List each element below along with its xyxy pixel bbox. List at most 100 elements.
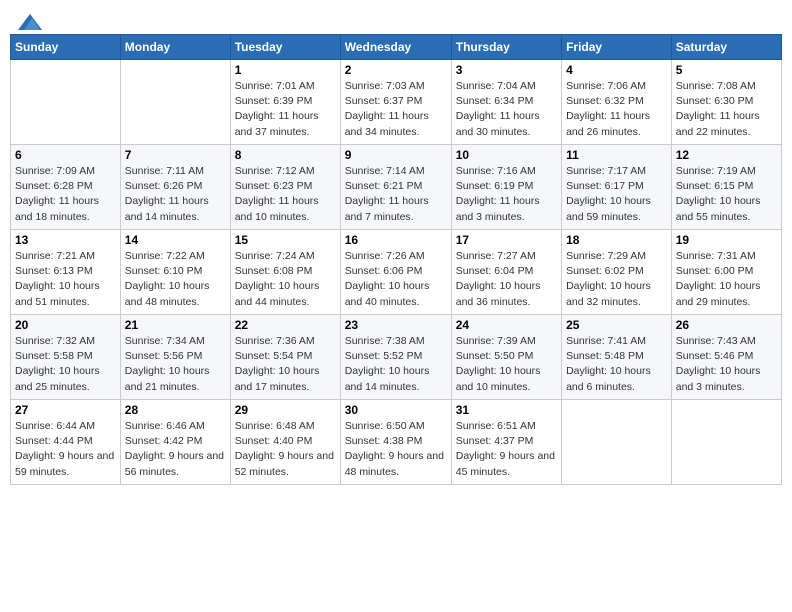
day-number: 15 [235, 233, 336, 247]
day-number: 9 [345, 148, 447, 162]
calendar-cell: 24 Sunrise: 7:39 AM Sunset: 5:50 PM Dayli… [451, 315, 561, 400]
day-info: Sunrise: 7:21 AM Sunset: 6:13 PM Dayligh… [15, 249, 116, 310]
calendar-cell: 31 Sunrise: 6:51 AM Sunset: 4:37 PM Dayli… [451, 400, 561, 485]
day-number: 21 [125, 318, 226, 332]
calendar-week-2: 6 Sunrise: 7:09 AM Sunset: 6:28 PM Daylig… [11, 145, 782, 230]
day-number: 6 [15, 148, 116, 162]
day-info: Sunrise: 7:22 AM Sunset: 6:10 PM Dayligh… [125, 249, 226, 310]
logo [14, 14, 42, 30]
day-info: Sunrise: 6:51 AM Sunset: 4:37 PM Dayligh… [456, 419, 557, 480]
day-info: Sunrise: 7:39 AM Sunset: 5:50 PM Dayligh… [456, 334, 557, 395]
day-number: 16 [345, 233, 447, 247]
calendar-cell [120, 60, 230, 145]
calendar-cell: 1 Sunrise: 7:01 AM Sunset: 6:39 PM Daylig… [230, 60, 340, 145]
calendar-cell: 19 Sunrise: 7:31 AM Sunset: 6:00 PM Dayli… [671, 230, 781, 315]
calendar-cell: 20 Sunrise: 7:32 AM Sunset: 5:58 PM Dayli… [11, 315, 121, 400]
day-number: 30 [345, 403, 447, 417]
calendar-cell: 28 Sunrise: 6:46 AM Sunset: 4:42 PM Dayli… [120, 400, 230, 485]
day-info: Sunrise: 7:11 AM Sunset: 6:26 PM Dayligh… [125, 164, 226, 225]
day-info: Sunrise: 7:14 AM Sunset: 6:21 PM Dayligh… [345, 164, 447, 225]
day-info: Sunrise: 7:09 AM Sunset: 6:28 PM Dayligh… [15, 164, 116, 225]
day-number: 12 [676, 148, 777, 162]
calendar-cell: 26 Sunrise: 7:43 AM Sunset: 5:46 PM Dayli… [671, 315, 781, 400]
day-number: 25 [566, 318, 667, 332]
day-info: Sunrise: 6:46 AM Sunset: 4:42 PM Dayligh… [125, 419, 226, 480]
day-info: Sunrise: 7:26 AM Sunset: 6:06 PM Dayligh… [345, 249, 447, 310]
calendar-cell: 2Sunrise: 7:03 AM Sunset: 6:37 PM Daylig… [340, 60, 451, 145]
calendar-cell: 13 Sunrise: 7:21 AM Sunset: 6:13 PM Dayli… [11, 230, 121, 315]
day-number: 1 [235, 63, 336, 77]
day-number: 28 [125, 403, 226, 417]
calendar-week-1: 1 Sunrise: 7:01 AM Sunset: 6:39 PM Daylig… [11, 60, 782, 145]
header-monday: Monday [120, 35, 230, 60]
calendar-week-4: 20 Sunrise: 7:32 AM Sunset: 5:58 PM Dayli… [11, 315, 782, 400]
calendar-cell [671, 400, 781, 485]
day-info: Sunrise: 7:32 AM Sunset: 5:58 PM Dayligh… [15, 334, 116, 395]
header-saturday: Saturday [671, 35, 781, 60]
day-number: 27 [15, 403, 116, 417]
day-info: Sunrise: 7:43 AM Sunset: 5:46 PM Dayligh… [676, 334, 777, 395]
day-number: 22 [235, 318, 336, 332]
calendar-cell: 6 Sunrise: 7:09 AM Sunset: 6:28 PM Daylig… [11, 145, 121, 230]
header-tuesday: Tuesday [230, 35, 340, 60]
day-info: Sunrise: 7:04 AM Sunset: 6:34 PM Dayligh… [456, 79, 557, 140]
calendar-cell: 5Sunrise: 7:08 AM Sunset: 6:30 PM Daylig… [671, 60, 781, 145]
header-friday: Friday [562, 35, 672, 60]
calendar-cell: 16 Sunrise: 7:26 AM Sunset: 6:06 PM Dayli… [340, 230, 451, 315]
calendar-cell: 15 Sunrise: 7:24 AM Sunset: 6:08 PM Dayli… [230, 230, 340, 315]
calendar-cell: 4Sunrise: 7:06 AM Sunset: 6:32 PM Daylig… [562, 60, 672, 145]
day-number: 7 [125, 148, 226, 162]
day-info: Sunrise: 7:38 AM Sunset: 5:52 PM Dayligh… [345, 334, 447, 395]
day-number: 4 [566, 63, 667, 77]
calendar-cell: 12 Sunrise: 7:19 AM Sunset: 6:15 PM Dayli… [671, 145, 781, 230]
calendar-cell: 30 Sunrise: 6:50 AM Sunset: 4:38 PM Dayli… [340, 400, 451, 485]
day-info: Sunrise: 7:17 AM Sunset: 6:17 PM Dayligh… [566, 164, 667, 225]
calendar-cell: 3Sunrise: 7:04 AM Sunset: 6:34 PM Daylig… [451, 60, 561, 145]
day-number: 19 [676, 233, 777, 247]
calendar-table: SundayMondayTuesdayWednesdayThursdayFrid… [10, 34, 782, 485]
day-number: 20 [15, 318, 116, 332]
calendar-cell: 8Sunrise: 7:12 AM Sunset: 6:23 PM Daylig… [230, 145, 340, 230]
day-info: Sunrise: 7:29 AM Sunset: 6:02 PM Dayligh… [566, 249, 667, 310]
day-number: 13 [15, 233, 116, 247]
calendar-cell [562, 400, 672, 485]
day-number: 24 [456, 318, 557, 332]
day-number: 2 [345, 63, 447, 77]
day-info: Sunrise: 6:50 AM Sunset: 4:38 PM Dayligh… [345, 419, 447, 480]
day-info: Sunrise: 6:44 AM Sunset: 4:44 PM Dayligh… [15, 419, 116, 480]
calendar-cell: 25 Sunrise: 7:41 AM Sunset: 5:48 PM Dayli… [562, 315, 672, 400]
day-number: 11 [566, 148, 667, 162]
calendar-cell: 14 Sunrise: 7:22 AM Sunset: 6:10 PM Dayli… [120, 230, 230, 315]
day-info: Sunrise: 7:34 AM Sunset: 5:56 PM Dayligh… [125, 334, 226, 395]
calendar-cell: 9 Sunrise: 7:14 AM Sunset: 6:21 PM Daylig… [340, 145, 451, 230]
header-sunday: Sunday [11, 35, 121, 60]
day-number: 8 [235, 148, 336, 162]
calendar-header-row: SundayMondayTuesdayWednesdayThursdayFrid… [11, 35, 782, 60]
day-number: 29 [235, 403, 336, 417]
day-info: Sunrise: 7:24 AM Sunset: 6:08 PM Dayligh… [235, 249, 336, 310]
day-number: 14 [125, 233, 226, 247]
day-number: 31 [456, 403, 557, 417]
header-thursday: Thursday [451, 35, 561, 60]
day-info: Sunrise: 7:31 AM Sunset: 6:00 PM Dayligh… [676, 249, 777, 310]
header-wednesday: Wednesday [340, 35, 451, 60]
day-info: Sunrise: 7:01 AM Sunset: 6:39 PM Dayligh… [235, 79, 336, 140]
calendar-cell: 10Sunrise: 7:16 AM Sunset: 6:19 PM Dayli… [451, 145, 561, 230]
day-info: Sunrise: 7:08 AM Sunset: 6:30 PM Dayligh… [676, 79, 777, 140]
day-info: Sunrise: 7:36 AM Sunset: 5:54 PM Dayligh… [235, 334, 336, 395]
day-info: Sunrise: 6:48 AM Sunset: 4:40 PM Dayligh… [235, 419, 336, 480]
day-info: Sunrise: 7:19 AM Sunset: 6:15 PM Dayligh… [676, 164, 777, 225]
day-number: 23 [345, 318, 447, 332]
calendar-cell: 21 Sunrise: 7:34 AM Sunset: 5:56 PM Dayli… [120, 315, 230, 400]
logo-icon [18, 14, 42, 30]
calendar-cell: 18 Sunrise: 7:29 AM Sunset: 6:02 PM Dayli… [562, 230, 672, 315]
calendar-cell: 27 Sunrise: 6:44 AM Sunset: 4:44 PM Dayli… [11, 400, 121, 485]
day-info: Sunrise: 7:27 AM Sunset: 6:04 PM Dayligh… [456, 249, 557, 310]
day-number: 18 [566, 233, 667, 247]
calendar-cell: 22 Sunrise: 7:36 AM Sunset: 5:54 PM Dayli… [230, 315, 340, 400]
day-info: Sunrise: 7:41 AM Sunset: 5:48 PM Dayligh… [566, 334, 667, 395]
day-info: Sunrise: 7:16 AM Sunset: 6:19 PM Dayligh… [456, 164, 557, 225]
calendar-cell: 23 Sunrise: 7:38 AM Sunset: 5:52 PM Dayli… [340, 315, 451, 400]
calendar-cell: 7 Sunrise: 7:11 AM Sunset: 6:26 PM Daylig… [120, 145, 230, 230]
day-number: 26 [676, 318, 777, 332]
